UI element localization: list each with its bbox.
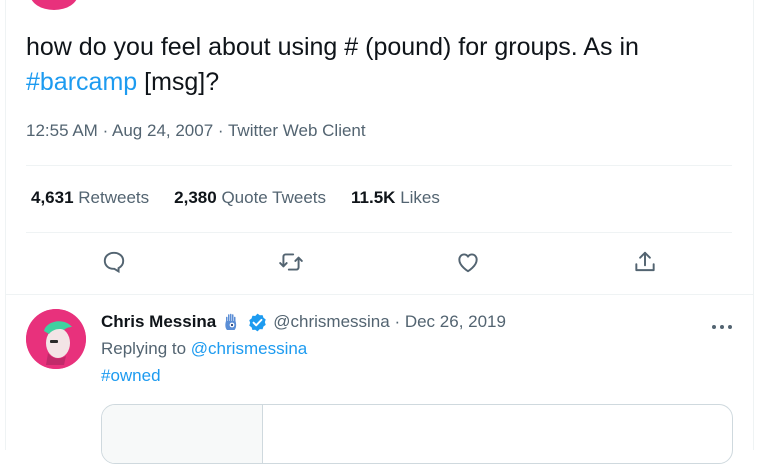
retweet-button[interactable]: [278, 249, 304, 275]
likes-label: Likes: [400, 188, 440, 207]
avatar-illustration: [26, 309, 86, 369]
replying-to: Replying to @chrismessina: [101, 339, 307, 359]
tweet-client[interactable]: Twitter Web Client: [228, 121, 366, 140]
divider: [5, 294, 754, 295]
divider: [26, 165, 732, 166]
tweet-date[interactable]: Aug 24, 2007: [112, 121, 213, 140]
tweet-stats: 4,631 Retweets 2,380 Quote Tweets 11.5K …: [31, 188, 440, 208]
more-options-button[interactable]: [710, 318, 734, 329]
link-card-thumbnail: [102, 405, 263, 463]
divider: [26, 232, 732, 233]
verified-badge-icon: [249, 313, 266, 331]
tweet-time[interactable]: 12:55 AM: [26, 121, 98, 140]
replying-to-handle[interactable]: @chrismessina: [191, 339, 307, 358]
reply-author-avatar[interactable]: [26, 309, 86, 369]
reply-button[interactable]: [101, 249, 127, 275]
reply-text: #owned: [101, 366, 161, 386]
tweet-meta: 12:55 AM · Aug 24, 2007 · Twitter Web Cl…: [26, 121, 366, 141]
hamsa-emoji-icon: [225, 313, 237, 330]
quote-tweets-label: Quote Tweets: [221, 188, 327, 207]
tweet-text-end: [msg]?: [137, 68, 220, 96]
link-card[interactable]: [101, 404, 733, 464]
likes-stat[interactable]: 11.5K Likes: [351, 188, 440, 208]
retweet-icon: [279, 253, 303, 271]
reply-date[interactable]: Dec 26, 2019: [405, 311, 506, 333]
reply-header: Chris Messina @chrismessina · Dec 26, 20…: [101, 311, 506, 333]
likes-count: 11.5K: [351, 188, 396, 207]
tweet-text-start: how do you feel about using # (pound) fo…: [26, 33, 639, 61]
more-icon: [712, 325, 732, 329]
reply-hashtag-link[interactable]: #owned: [101, 366, 161, 385]
replying-to-label: Replying to: [101, 339, 187, 358]
retweets-label: Retweets: [78, 188, 150, 207]
retweets-stat[interactable]: 4,631 Retweets: [31, 188, 149, 208]
share-button[interactable]: [632, 249, 658, 275]
meta-separator: ·: [102, 121, 113, 140]
tweet-text: how do you feel about using # (pound) fo…: [26, 30, 726, 100]
retweets-count: 4,631: [31, 188, 74, 207]
reply-author-name[interactable]: Chris Messina: [101, 311, 216, 333]
reply-author-handle[interactable]: @chrismessina: [273, 311, 389, 333]
quote-tweets-stat[interactable]: 2,380 Quote Tweets: [174, 188, 326, 208]
share-icon: [635, 251, 655, 272]
like-button[interactable]: [455, 249, 481, 275]
quote-tweets-count: 2,380: [174, 188, 217, 207]
like-icon: [458, 253, 478, 273]
reply-icon: [103, 251, 125, 274]
meta-separator: ·: [217, 121, 228, 140]
meta-separator: ·: [389, 312, 405, 331]
hashtag-link[interactable]: #barcamp: [26, 68, 137, 96]
